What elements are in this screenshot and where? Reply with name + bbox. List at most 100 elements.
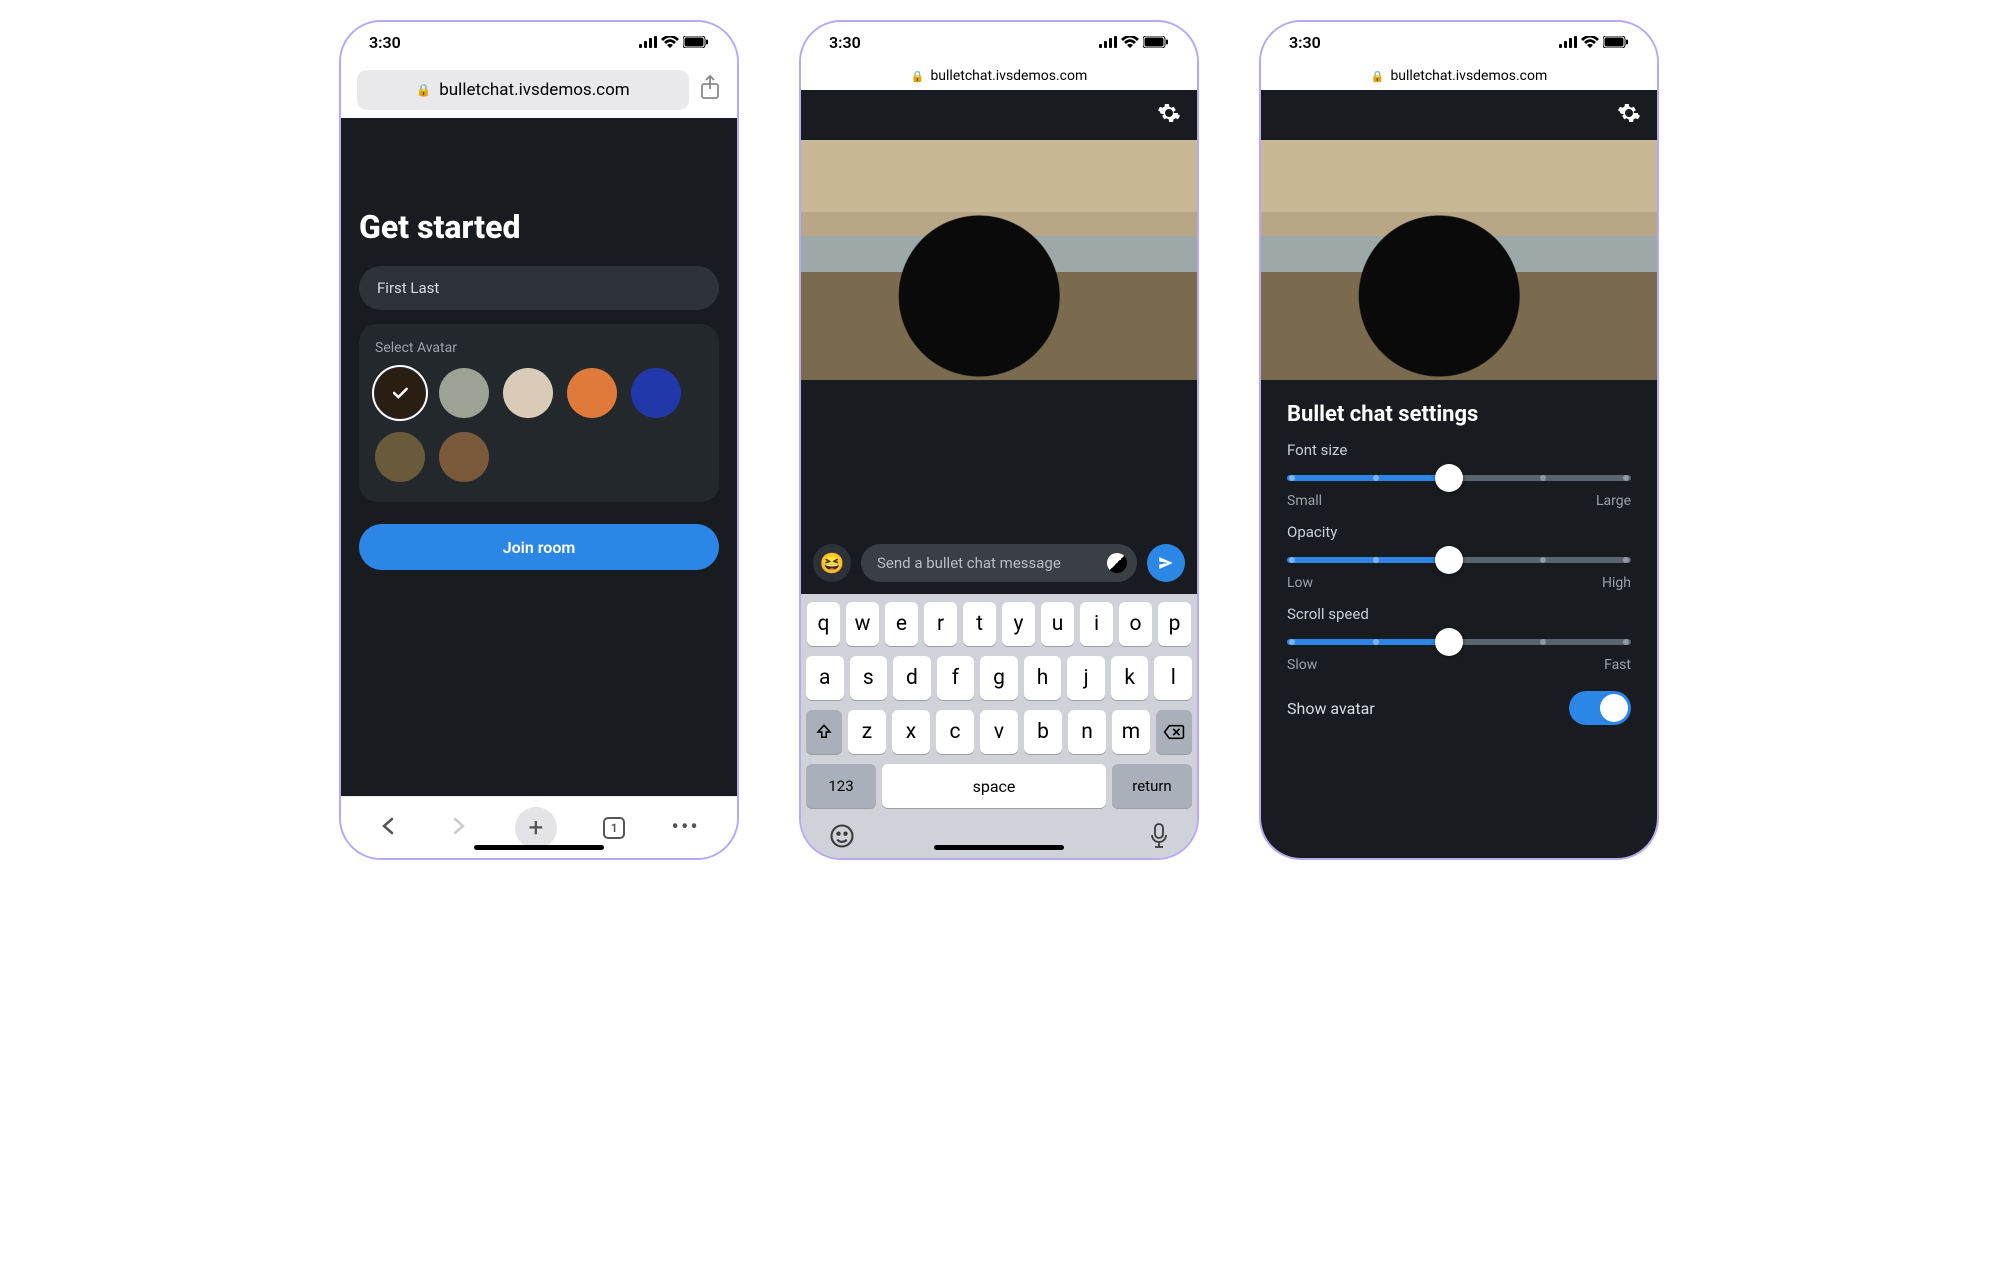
key-u[interactable]: u — [1041, 602, 1074, 646]
key-e[interactable]: e — [885, 602, 918, 646]
key-y[interactable]: y — [1002, 602, 1035, 646]
key-w[interactable]: w — [846, 602, 879, 646]
lock-icon: 🔒 — [416, 83, 431, 97]
emoji-button[interactable]: 😆 — [813, 544, 851, 582]
page-title: Get started — [359, 208, 719, 246]
key-m[interactable]: m — [1112, 710, 1150, 754]
mic-icon[interactable] — [1148, 822, 1170, 854]
key-c[interactable]: c — [936, 710, 974, 754]
avatar-hedgehog[interactable] — [503, 368, 553, 418]
video-player[interactable] — [801, 140, 1197, 380]
phone-get-started: 3:30 🔒 bulletchat.ivsdemos.com Get start… — [339, 20, 739, 860]
backspace-key[interactable] — [1156, 710, 1192, 754]
battery-icon — [1143, 36, 1169, 48]
opacity-label: Opacity — [1287, 523, 1631, 541]
phone-chat: 3:30 🔒 bulletchat.ivsdemos.com 😆 Send a … — [799, 20, 1199, 860]
avatar-tiger[interactable] — [375, 368, 425, 418]
key-i[interactable]: i — [1080, 602, 1113, 646]
emoji-keyboard-icon[interactable] — [828, 822, 856, 854]
key-x[interactable]: x — [892, 710, 930, 754]
status-indicators — [1559, 36, 1629, 48]
scroll-speed-slider[interactable] — [1287, 635, 1631, 649]
lock-icon: 🔒 — [1371, 70, 1385, 83]
font-size-slider[interactable] — [1287, 471, 1631, 485]
key-o[interactable]: o — [1119, 602, 1152, 646]
status-time: 3:30 — [1289, 33, 1321, 52]
wifi-icon — [1581, 36, 1599, 48]
url-text: bulletchat.ivsdemos.com — [439, 80, 629, 100]
join-room-button[interactable]: Join room — [359, 524, 719, 570]
color-toggle-icon[interactable] — [1107, 553, 1127, 573]
return-key[interactable]: return — [1112, 764, 1192, 808]
key-g[interactable]: g — [980, 656, 1018, 700]
mini-address-bar[interactable]: 🔒 bulletchat.ivsdemos.com — [801, 62, 1197, 90]
video-player[interactable] — [1261, 140, 1657, 380]
key-a[interactable]: a — [806, 656, 844, 700]
phone-settings: 3:30 🔒 bulletchat.ivsdemos.com Bullet ch… — [1259, 20, 1659, 860]
name-input[interactable]: First Last — [359, 266, 719, 310]
key-d[interactable]: d — [893, 656, 931, 700]
settings-title: Bullet chat settings — [1261, 380, 1657, 435]
tabs-button[interactable]: 1 — [603, 817, 625, 839]
app-get-started: Get started First Last Select Avatar Joi… — [341, 118, 737, 796]
status-time: 3:30 — [369, 33, 401, 52]
show-avatar-toggle[interactable] — [1569, 691, 1631, 725]
opacity-slider[interactable] — [1287, 553, 1631, 567]
show-avatar-row: Show avatar — [1261, 681, 1657, 735]
settings-header — [1261, 90, 1657, 140]
space-key[interactable]: space — [882, 764, 1106, 808]
send-button[interactable] — [1147, 544, 1185, 582]
forward-icon[interactable] — [447, 815, 469, 841]
chat-input-row: 😆 Send a bullet chat message — [801, 534, 1197, 594]
avatar-jellyfish[interactable] — [631, 368, 681, 418]
key-j[interactable]: j — [1067, 656, 1105, 700]
opacity-setting: Opacity LowHigh — [1261, 517, 1657, 599]
ios-keyboard: qwertyuiop asdfghjkl zxcvbnm 123 space r… — [801, 594, 1197, 858]
key-b[interactable]: b — [1024, 710, 1062, 754]
key-r[interactable]: r — [924, 602, 957, 646]
key-l[interactable]: l — [1154, 656, 1192, 700]
home-indicator — [474, 845, 604, 850]
app-settings: Bullet chat settings Font size SmallLarg… — [1261, 90, 1657, 858]
key-v[interactable]: v — [980, 710, 1018, 754]
wifi-icon — [1121, 36, 1139, 48]
avatar-bear[interactable] — [439, 432, 489, 482]
address-pill[interactable]: 🔒 bulletchat.ivsdemos.com — [357, 70, 689, 110]
key-f[interactable]: f — [937, 656, 975, 700]
numeric-key[interactable]: 123 — [806, 764, 876, 808]
gear-icon[interactable] — [1617, 101, 1641, 129]
more-icon[interactable]: ••• — [672, 815, 700, 840]
avatar-parrot[interactable] — [567, 368, 617, 418]
signal-icon — [1559, 36, 1577, 48]
chat-placeholder: Send a bullet chat message — [877, 554, 1061, 572]
avatar-owl[interactable] — [375, 432, 425, 482]
signal-icon — [639, 36, 657, 48]
status-bar: 3:30 — [1261, 22, 1657, 62]
key-k[interactable]: k — [1111, 656, 1149, 700]
avatar-selector: Select Avatar — [359, 324, 719, 502]
battery-icon — [683, 36, 709, 48]
chat-message-input[interactable]: Send a bullet chat message — [861, 544, 1137, 582]
back-icon[interactable] — [378, 815, 400, 841]
key-p[interactable]: p — [1158, 602, 1191, 646]
show-avatar-label: Show avatar — [1287, 699, 1375, 718]
mini-address-bar[interactable]: 🔒 bulletchat.ivsdemos.com — [1261, 62, 1657, 90]
gear-icon[interactable] — [1157, 101, 1181, 129]
key-t[interactable]: t — [963, 602, 996, 646]
name-placeholder: First Last — [377, 279, 439, 297]
key-z[interactable]: z — [848, 710, 886, 754]
chat-header — [801, 90, 1197, 140]
new-tab-button[interactable]: + — [515, 807, 557, 849]
scroll-speed-label: Scroll speed — [1287, 605, 1631, 623]
key-n[interactable]: n — [1068, 710, 1106, 754]
key-s[interactable]: s — [850, 656, 888, 700]
avatar-sheep[interactable] — [439, 368, 489, 418]
app-chat: 😆 Send a bullet chat message — [801, 90, 1197, 594]
home-indicator — [934, 845, 1064, 850]
key-h[interactable]: h — [1024, 656, 1062, 700]
share-icon[interactable] — [699, 75, 721, 105]
status-time: 3:30 — [829, 33, 861, 52]
url-text: bulletchat.ivsdemos.com — [1390, 68, 1547, 84]
shift-key[interactable] — [806, 710, 842, 754]
key-q[interactable]: q — [807, 602, 840, 646]
